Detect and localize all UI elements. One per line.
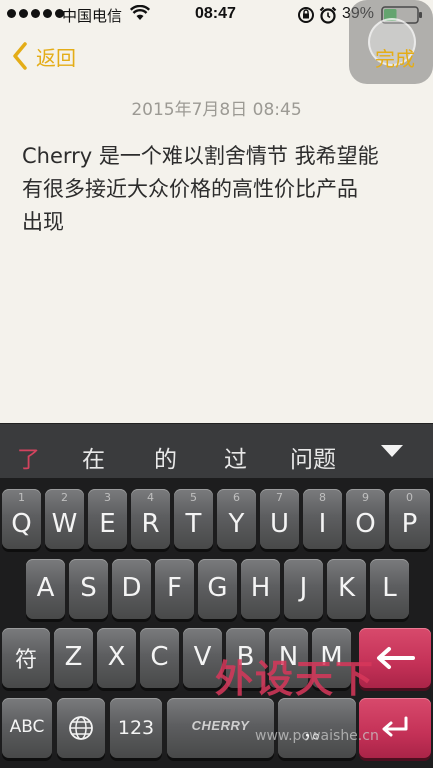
- key-e[interactable]: 3E: [88, 489, 127, 549]
- key-label: T: [185, 509, 202, 539]
- candidate-word[interactable]: 在: [82, 440, 105, 474]
- note-text-area[interactable]: Cherry 是一个难以割舍情节 我希望能 有很多接近大众价格的高性价比产品 出…: [22, 140, 422, 239]
- candidate-bar: 了 在 的 过 问题: [0, 423, 433, 478]
- key-number: 4: [147, 491, 154, 504]
- key-t[interactable]: 5T: [174, 489, 213, 549]
- key-label: Y: [228, 509, 245, 539]
- key-label: S: [80, 573, 97, 603]
- candidate-word[interactable]: 了: [17, 440, 40, 474]
- key-number: 2: [61, 491, 68, 504]
- key-p[interactable]: 0P: [389, 489, 430, 549]
- keyboard: 1Q 2W 3E 4R 5T 6Y 7U 8I 9O 0P A S D F G …: [0, 478, 433, 768]
- wifi-icon: [130, 5, 150, 20]
- key-label: W: [51, 509, 78, 539]
- globe-key[interactable]: [57, 698, 105, 758]
- symbol-key[interactable]: 符: [2, 628, 50, 688]
- key-label: 符: [14, 648, 37, 673]
- key-label: J: [299, 573, 308, 603]
- key-label: F: [167, 573, 182, 603]
- key-number: 6: [233, 491, 240, 504]
- key-x[interactable]: X: [97, 628, 136, 688]
- key-o[interactable]: 9O: [346, 489, 385, 549]
- key-k[interactable]: K: [327, 559, 366, 619]
- number-key[interactable]: 123: [110, 698, 162, 758]
- key-label: A: [36, 573, 55, 603]
- key-label: O: [355, 509, 376, 539]
- collapse-keyboard-icon[interactable]: [380, 444, 404, 458]
- key-z[interactable]: Z: [54, 628, 93, 688]
- note-line: Cherry 是一个难以割舍情节 我希望能: [22, 144, 379, 168]
- key-l[interactable]: L: [370, 559, 409, 619]
- abc-key[interactable]: ABC: [2, 698, 52, 758]
- note-line: 出现: [22, 210, 64, 234]
- key-number: 9: [362, 491, 369, 504]
- carrier-name: 中国电信: [62, 7, 123, 25]
- key-d[interactable]: D: [112, 559, 151, 619]
- key-q[interactable]: 1Q: [2, 489, 41, 549]
- key-w[interactable]: 2W: [45, 489, 84, 549]
- key-f[interactable]: F: [155, 559, 194, 619]
- key-label: X: [107, 642, 126, 672]
- status-time: 08:47: [195, 5, 236, 22]
- backspace-arrow-icon: [377, 647, 415, 669]
- key-label: Q: [11, 509, 32, 539]
- key-u[interactable]: 7U: [260, 489, 299, 549]
- watermark-title: 外设天下: [215, 657, 376, 701]
- back-button[interactable]: 返回: [12, 40, 76, 72]
- globe-icon: [69, 716, 93, 740]
- key-s[interactable]: S: [69, 559, 108, 619]
- key-label: 123: [117, 717, 155, 739]
- key-number: 1: [18, 491, 25, 504]
- key-label: E: [99, 509, 116, 539]
- back-label: 返回: [36, 45, 76, 70]
- candidate-word[interactable]: 的: [154, 440, 177, 474]
- key-label: R: [141, 509, 160, 539]
- key-label: D: [121, 573, 142, 603]
- key-number: 5: [190, 491, 197, 504]
- key-label: C: [150, 642, 169, 672]
- key-i[interactable]: 8I: [303, 489, 342, 549]
- key-number: 8: [319, 491, 326, 504]
- key-label: I: [318, 509, 327, 539]
- key-label: ABC: [9, 717, 45, 737]
- signal-dots-icon: [7, 9, 64, 18]
- return-arrow-icon: [382, 716, 408, 737]
- candidate-word[interactable]: 过: [224, 440, 247, 474]
- key-a[interactable]: A: [26, 559, 65, 619]
- key-h[interactable]: H: [241, 559, 280, 619]
- rotation-lock-icon: [298, 7, 314, 23]
- key-y[interactable]: 6Y: [217, 489, 256, 549]
- key-label: U: [269, 509, 290, 539]
- watermark-url: www.pcwaishe.cn: [255, 728, 379, 744]
- note-date: 2015年7月8日 08:45: [131, 100, 302, 120]
- note-line: 有很多接近大众价格的高性价比产品: [22, 177, 358, 201]
- key-c[interactable]: C: [140, 628, 179, 688]
- key-label: P: [401, 509, 418, 539]
- chevron-left-icon: [13, 42, 27, 70]
- key-number: 3: [104, 491, 111, 504]
- key-label: K: [337, 573, 356, 603]
- key-label: L: [382, 573, 397, 603]
- key-r[interactable]: 4R: [131, 489, 170, 549]
- done-button[interactable]: 完成: [375, 43, 415, 72]
- key-g[interactable]: G: [198, 559, 237, 619]
- alarm-icon: [319, 6, 337, 24]
- key-j[interactable]: J: [284, 559, 323, 619]
- key-label: G: [207, 573, 228, 603]
- key-number: 0: [406, 491, 413, 504]
- candidate-word[interactable]: 问题: [290, 440, 336, 474]
- key-label: H: [250, 573, 271, 603]
- key-number: 7: [276, 491, 283, 504]
- key-label: Z: [64, 642, 83, 672]
